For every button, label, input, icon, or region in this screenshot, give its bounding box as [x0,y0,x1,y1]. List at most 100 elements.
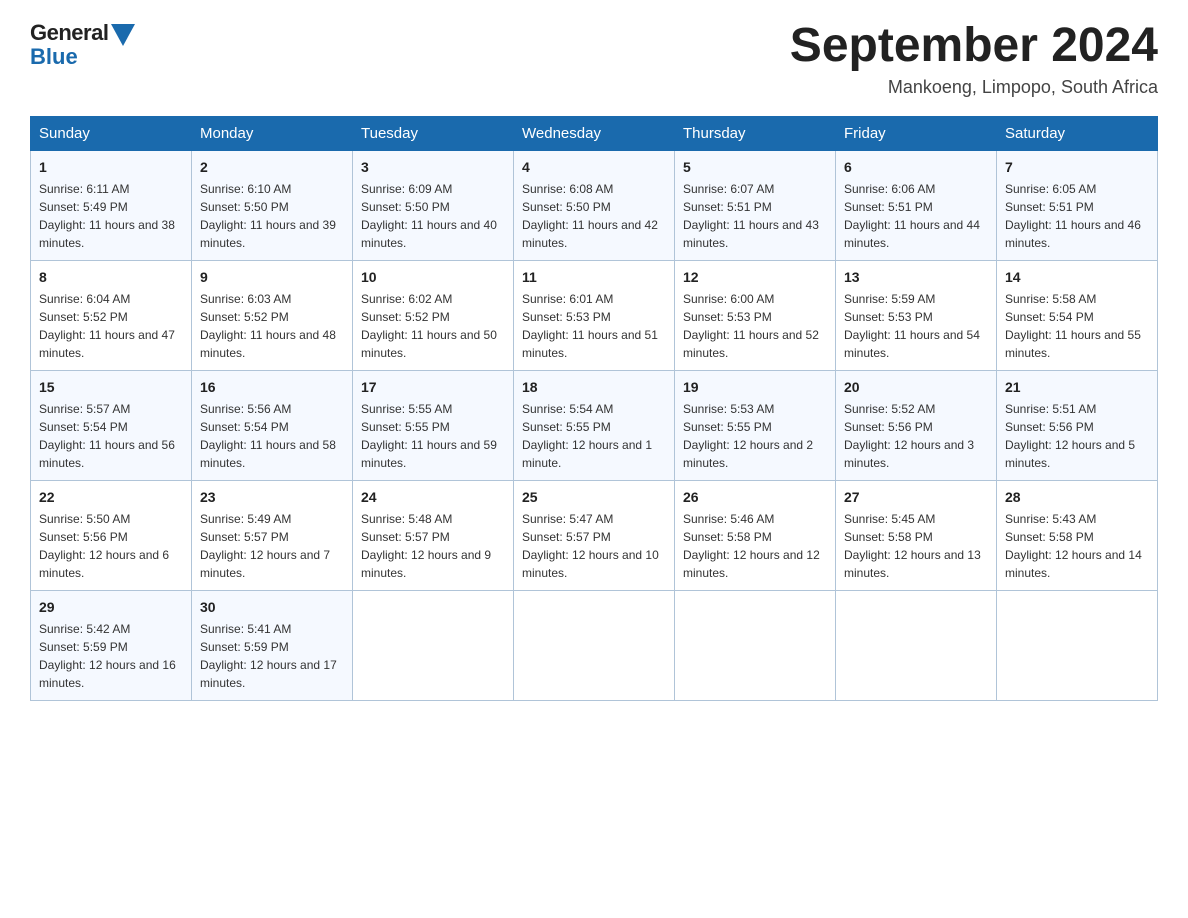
table-row: 21 Sunrise: 5:51 AMSunset: 5:56 PMDaylig… [997,370,1158,480]
day-number: 26 [683,487,827,507]
calendar-week-row: 29 Sunrise: 5:42 AMSunset: 5:59 PMDaylig… [31,590,1158,700]
page-header: General Blue September 2024 Mankoeng, Li… [30,20,1158,98]
day-info: Sunrise: 6:01 AMSunset: 5:53 PMDaylight:… [522,292,658,360]
table-row: 2 Sunrise: 6:10 AMSunset: 5:50 PMDayligh… [192,150,353,260]
day-info: Sunrise: 6:00 AMSunset: 5:53 PMDaylight:… [683,292,819,360]
day-info: Sunrise: 5:45 AMSunset: 5:58 PMDaylight:… [844,512,981,580]
day-number: 25 [522,487,666,507]
table-row: 12 Sunrise: 6:00 AMSunset: 5:53 PMDaylig… [675,260,836,370]
calendar-week-row: 1 Sunrise: 6:11 AMSunset: 5:49 PMDayligh… [31,150,1158,260]
table-row: 29 Sunrise: 5:42 AMSunset: 5:59 PMDaylig… [31,590,192,700]
day-info: Sunrise: 6:10 AMSunset: 5:50 PMDaylight:… [200,182,336,250]
col-friday: Friday [836,116,997,150]
col-wednesday: Wednesday [514,116,675,150]
table-row: 9 Sunrise: 6:03 AMSunset: 5:52 PMDayligh… [192,260,353,370]
day-info: Sunrise: 5:57 AMSunset: 5:54 PMDaylight:… [39,402,175,470]
table-row: 18 Sunrise: 5:54 AMSunset: 5:55 PMDaylig… [514,370,675,480]
day-number: 6 [844,157,988,177]
day-info: Sunrise: 6:11 AMSunset: 5:49 PMDaylight:… [39,182,175,250]
table-row: 5 Sunrise: 6:07 AMSunset: 5:51 PMDayligh… [675,150,836,260]
day-number: 28 [1005,487,1149,507]
day-info: Sunrise: 6:06 AMSunset: 5:51 PMDaylight:… [844,182,980,250]
table-row [514,590,675,700]
day-info: Sunrise: 5:43 AMSunset: 5:58 PMDaylight:… [1005,512,1142,580]
location-subtitle: Mankoeng, Limpopo, South Africa [790,77,1158,98]
table-row: 3 Sunrise: 6:09 AMSunset: 5:50 PMDayligh… [353,150,514,260]
day-info: Sunrise: 5:48 AMSunset: 5:57 PMDaylight:… [361,512,491,580]
table-row: 24 Sunrise: 5:48 AMSunset: 5:57 PMDaylig… [353,480,514,590]
logo-blue-text: Blue [30,44,78,70]
day-info: Sunrise: 6:05 AMSunset: 5:51 PMDaylight:… [1005,182,1141,250]
table-row: 15 Sunrise: 5:57 AMSunset: 5:54 PMDaylig… [31,370,192,480]
table-row: 23 Sunrise: 5:49 AMSunset: 5:57 PMDaylig… [192,480,353,590]
day-info: Sunrise: 6:07 AMSunset: 5:51 PMDaylight:… [683,182,819,250]
day-info: Sunrise: 6:09 AMSunset: 5:50 PMDaylight:… [361,182,497,250]
col-tuesday: Tuesday [353,116,514,150]
table-row [997,590,1158,700]
day-info: Sunrise: 6:04 AMSunset: 5:52 PMDaylight:… [39,292,175,360]
day-number: 17 [361,377,505,397]
day-number: 7 [1005,157,1149,177]
calendar-table: Sunday Monday Tuesday Wednesday Thursday… [30,116,1158,701]
table-row [836,590,997,700]
table-row: 17 Sunrise: 5:55 AMSunset: 5:55 PMDaylig… [353,370,514,480]
day-number: 12 [683,267,827,287]
day-info: Sunrise: 5:54 AMSunset: 5:55 PMDaylight:… [522,402,652,470]
month-title: September 2024 [790,20,1158,73]
day-number: 29 [39,597,183,617]
col-saturday: Saturday [997,116,1158,150]
title-area: September 2024 Mankoeng, Limpopo, South … [790,20,1158,98]
day-info: Sunrise: 5:59 AMSunset: 5:53 PMDaylight:… [844,292,980,360]
day-number: 14 [1005,267,1149,287]
table-row: 30 Sunrise: 5:41 AMSunset: 5:59 PMDaylig… [192,590,353,700]
logo: General Blue [30,20,135,70]
table-row [353,590,514,700]
day-info: Sunrise: 5:53 AMSunset: 5:55 PMDaylight:… [683,402,813,470]
day-number: 16 [200,377,344,397]
day-info: Sunrise: 5:51 AMSunset: 5:56 PMDaylight:… [1005,402,1135,470]
day-info: Sunrise: 6:03 AMSunset: 5:52 PMDaylight:… [200,292,336,360]
day-info: Sunrise: 5:42 AMSunset: 5:59 PMDaylight:… [39,622,176,690]
day-number: 23 [200,487,344,507]
col-sunday: Sunday [31,116,192,150]
table-row: 27 Sunrise: 5:45 AMSunset: 5:58 PMDaylig… [836,480,997,590]
day-number: 27 [844,487,988,507]
calendar-week-row: 22 Sunrise: 5:50 AMSunset: 5:56 PMDaylig… [31,480,1158,590]
day-info: Sunrise: 6:08 AMSunset: 5:50 PMDaylight:… [522,182,658,250]
day-info: Sunrise: 5:47 AMSunset: 5:57 PMDaylight:… [522,512,659,580]
table-row: 20 Sunrise: 5:52 AMSunset: 5:56 PMDaylig… [836,370,997,480]
table-row: 6 Sunrise: 6:06 AMSunset: 5:51 PMDayligh… [836,150,997,260]
table-row: 4 Sunrise: 6:08 AMSunset: 5:50 PMDayligh… [514,150,675,260]
day-number: 8 [39,267,183,287]
day-number: 4 [522,157,666,177]
day-number: 30 [200,597,344,617]
logo-arrow-icon [111,24,135,46]
day-number: 13 [844,267,988,287]
day-number: 3 [361,157,505,177]
day-info: Sunrise: 5:41 AMSunset: 5:59 PMDaylight:… [200,622,337,690]
day-info: Sunrise: 5:55 AMSunset: 5:55 PMDaylight:… [361,402,497,470]
col-thursday: Thursday [675,116,836,150]
day-info: Sunrise: 5:50 AMSunset: 5:56 PMDaylight:… [39,512,169,580]
table-row: 28 Sunrise: 5:43 AMSunset: 5:58 PMDaylig… [997,480,1158,590]
table-row: 25 Sunrise: 5:47 AMSunset: 5:57 PMDaylig… [514,480,675,590]
table-row: 10 Sunrise: 6:02 AMSunset: 5:52 PMDaylig… [353,260,514,370]
day-number: 20 [844,377,988,397]
day-number: 10 [361,267,505,287]
day-number: 21 [1005,377,1149,397]
table-row: 19 Sunrise: 5:53 AMSunset: 5:55 PMDaylig… [675,370,836,480]
day-info: Sunrise: 5:56 AMSunset: 5:54 PMDaylight:… [200,402,336,470]
day-number: 19 [683,377,827,397]
logo-general-text: General [30,20,108,46]
table-row: 16 Sunrise: 5:56 AMSunset: 5:54 PMDaylig… [192,370,353,480]
day-number: 18 [522,377,666,397]
calendar-header-row: Sunday Monday Tuesday Wednesday Thursday… [31,116,1158,150]
table-row: 22 Sunrise: 5:50 AMSunset: 5:56 PMDaylig… [31,480,192,590]
day-info: Sunrise: 5:58 AMSunset: 5:54 PMDaylight:… [1005,292,1141,360]
table-row: 8 Sunrise: 6:04 AMSunset: 5:52 PMDayligh… [31,260,192,370]
table-row [675,590,836,700]
day-number: 5 [683,157,827,177]
table-row: 26 Sunrise: 5:46 AMSunset: 5:58 PMDaylig… [675,480,836,590]
day-number: 24 [361,487,505,507]
table-row: 11 Sunrise: 6:01 AMSunset: 5:53 PMDaylig… [514,260,675,370]
